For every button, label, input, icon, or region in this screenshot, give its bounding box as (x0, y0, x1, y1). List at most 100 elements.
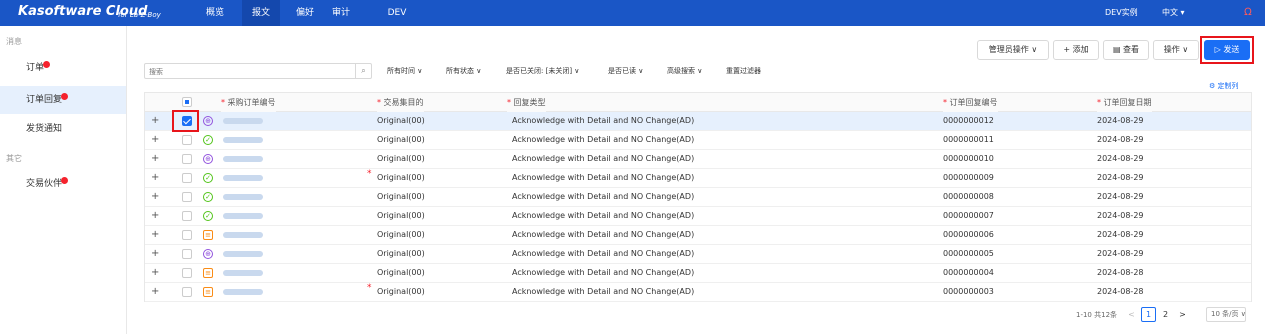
table-row[interactable]: + ≡ Original(00) Acknowledge with Detail… (145, 264, 1251, 283)
table-row[interactable]: + ✓ * Original(00) Acknowledge with Deta… (145, 169, 1251, 188)
app-subtitle: for La-Z-Boy (118, 11, 161, 19)
required-marker: * (367, 169, 372, 179)
nav-preferences[interactable]: 偏好 (290, 0, 320, 26)
table-row[interactable]: + ⊕ Original(00) Acknowledge with Detail… (145, 112, 1251, 131)
table-row[interactable]: + ✓ Original(00) Acknowledge with Detail… (145, 131, 1251, 150)
reply-number-cell: 0000000005 (943, 249, 994, 258)
table-row[interactable]: + ≡ Original(00) Acknowledge with Detail… (145, 226, 1251, 245)
purpose-cell: Original(00) (377, 287, 425, 296)
sidebar-item-label: 订单 (26, 63, 45, 73)
sidebar-item-order-replies[interactable]: 订单回复 (0, 86, 126, 114)
filter-read[interactable]: 是否已读 ∨ (608, 66, 643, 76)
row-checkbox[interactable] (182, 173, 192, 183)
table-row[interactable]: + ✓ Original(00) Acknowledge with Detail… (145, 207, 1251, 226)
sidebar-item-trading-partners[interactable]: 交易伙伴 (0, 170, 126, 198)
table-row[interactable]: + ✓ Original(00) Acknowledge with Detail… (145, 188, 1251, 207)
operations-button[interactable]: 操作 ∨ (1153, 40, 1199, 60)
filter-status[interactable]: 所有状态 ∨ (446, 66, 481, 76)
table-row[interactable]: + ⊕ Original(00) Acknowledge with Detail… (145, 245, 1251, 264)
nav-overview[interactable]: 概览 (198, 0, 232, 26)
search-input[interactable] (149, 66, 354, 77)
nav-audit[interactable]: 审计 (326, 0, 356, 26)
reply-date-cell: 2024-08-29 (1097, 230, 1144, 239)
search-icon[interactable]: ⌕ (355, 64, 371, 78)
row-checkbox[interactable] (182, 211, 192, 221)
customize-columns[interactable]: ⚙ 定制列 (1209, 81, 1239, 91)
notification-badge (43, 61, 51, 68)
view-button[interactable]: ▤ 查看 (1103, 40, 1149, 60)
sidebar-section-other: 其它 (6, 154, 22, 163)
reply-date-cell: 2024-08-29 (1097, 116, 1144, 125)
row-checkbox[interactable] (182, 192, 192, 202)
column-purpose[interactable]: * 交易集目的 (377, 93, 424, 112)
advanced-search[interactable]: 高级搜索 ∨ (667, 66, 702, 76)
operations-label: 操作 (1163, 45, 1180, 54)
po-number-redacted (223, 270, 263, 276)
sidebar-item-orders[interactable]: 订单 (0, 54, 126, 82)
prev-page-icon[interactable]: < (1124, 307, 1139, 322)
language-dropdown[interactable]: 中文 ▾ (1162, 0, 1185, 26)
instance-label[interactable]: DEV实例 (1105, 0, 1138, 26)
column-reply-number[interactable]: * 订单回复编号 (943, 93, 998, 112)
po-number-redacted (223, 118, 263, 124)
column-label: 回复类型 (513, 98, 546, 107)
nav-dev[interactable]: DEV (382, 0, 412, 26)
row-checkbox[interactable] (182, 154, 192, 164)
column-po-number[interactable]: * 采购订单编号 (221, 93, 276, 112)
row-checkbox[interactable] (182, 135, 192, 145)
add-button[interactable]: + 添加 (1053, 40, 1099, 60)
expand-icon[interactable]: + (151, 150, 159, 168)
expand-icon[interactable]: + (151, 131, 159, 149)
purpose-cell: Original(00) (377, 173, 425, 182)
status-icon: ⊕ (203, 154, 213, 164)
expand-icon[interactable]: + (151, 226, 159, 244)
row-checkbox[interactable] (182, 249, 192, 259)
expand-icon[interactable]: + (151, 112, 159, 130)
admin-actions-button[interactable]: 管理员操作 ∨ (977, 40, 1049, 60)
expand-icon[interactable]: + (151, 283, 159, 301)
reply-number-cell: 0000000004 (943, 268, 994, 277)
reply-date-cell: 2024-08-29 (1097, 154, 1144, 163)
reset-filters[interactable]: 重置过滤器 (726, 66, 761, 76)
sidebar-item-shipping-notices[interactable]: 发货通知 (0, 115, 126, 143)
reply-type-cell: Acknowledge with Detail and NO Change(AD… (512, 287, 695, 296)
row-checkbox[interactable] (182, 268, 192, 278)
highlight-row-checkbox (172, 110, 199, 132)
po-number-redacted (223, 251, 263, 257)
reply-type-cell: Acknowledge with Detail and NO Change(AD… (512, 173, 695, 182)
sidebar: 消息 订单 订单回复 发货通知 其它 交易伙伴 (0, 26, 127, 334)
status-icon: ≡ (203, 268, 213, 278)
filter-closed[interactable]: 是否已关闭: [未关闭] ∨ (506, 66, 579, 76)
view-label: 查看 (1123, 45, 1140, 54)
purpose-cell: Original(00) (377, 230, 425, 239)
user-icon[interactable]: Ω (1244, 0, 1252, 26)
po-number-redacted (223, 213, 263, 219)
view-icon: ▤ (1112, 45, 1121, 54)
page-2-button[interactable]: 2 (1158, 307, 1173, 322)
chevron-down-icon: ∨ (1031, 45, 1038, 54)
expand-icon[interactable]: + (151, 245, 159, 263)
expand-icon[interactable]: + (151, 169, 159, 187)
reply-date-cell: 2024-08-29 (1097, 192, 1144, 201)
expand-icon[interactable]: + (151, 264, 159, 282)
page-1-button[interactable]: 1 (1141, 307, 1156, 322)
expand-icon[interactable]: + (151, 188, 159, 206)
nav-messages[interactable]: 报文 (242, 0, 280, 26)
column-reply-type[interactable]: * 回复类型 (507, 93, 546, 112)
table-header (145, 93, 1251, 112)
chevron-down-icon: ∨ (1182, 45, 1189, 54)
filter-time[interactable]: 所有时间 ∨ (387, 66, 422, 76)
status-icon: ✓ (203, 173, 213, 183)
table-row[interactable]: + ≡ * Original(00) Acknowledge with Deta… (145, 283, 1251, 302)
row-checkbox[interactable] (182, 287, 192, 297)
table-row[interactable]: + ⊕ Original(00) Acknowledge with Detail… (145, 150, 1251, 169)
next-page-icon[interactable]: > (1175, 307, 1190, 322)
select-all-checkbox[interactable] (182, 97, 192, 107)
column-reply-date[interactable]: * 订单回复日期 (1097, 93, 1152, 112)
expand-icon[interactable]: + (151, 207, 159, 225)
reply-date-cell: 2024-08-29 (1097, 135, 1144, 144)
row-checkbox[interactable] (182, 230, 192, 240)
reply-type-cell: Acknowledge with Detail and NO Change(AD… (512, 211, 695, 220)
page-size-select[interactable]: 10 条/页 ∨ (1206, 307, 1246, 322)
status-icon: ✓ (203, 211, 213, 221)
